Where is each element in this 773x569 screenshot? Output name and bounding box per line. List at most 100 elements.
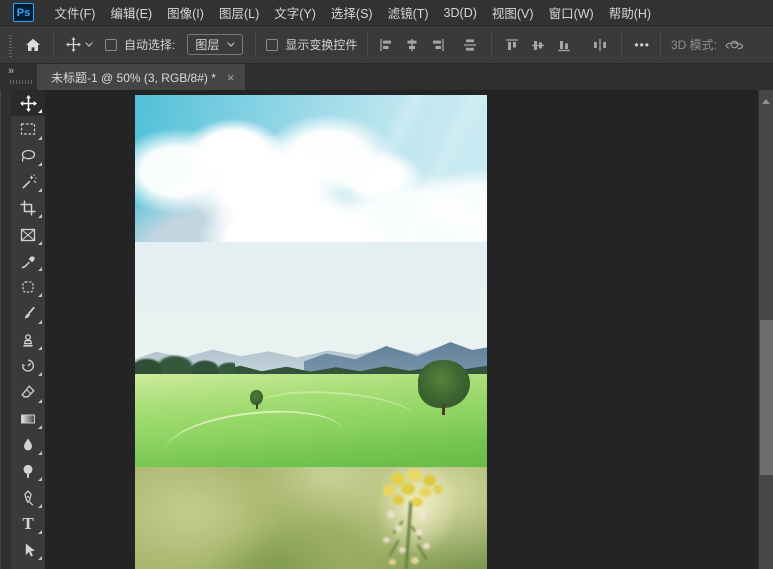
blur-tool[interactable] xyxy=(11,432,45,458)
show-transform-checkbox[interactable] xyxy=(266,38,279,51)
vertical-scrollbar[interactable] xyxy=(758,90,773,569)
menu-view[interactable]: 视图(V) xyxy=(484,0,541,25)
tool-preset-chevron[interactable] xyxy=(85,42,93,47)
auto-select-target-value: 图层 xyxy=(195,38,220,52)
separator xyxy=(53,32,54,57)
menu-bar: Ps 文件(F) 编辑(E) 图像(I) 图层(L) 文字(Y) 选择(S) 滤… xyxy=(0,0,773,26)
distribute-horizontal-centers-button[interactable] xyxy=(592,38,608,52)
menu-edit[interactable]: 编辑(E) xyxy=(103,0,160,25)
canvas-pasteboard xyxy=(45,90,758,569)
align-left-edges-icon xyxy=(380,38,392,51)
tab-close-button[interactable]: × xyxy=(227,71,235,84)
type-tool-icon: T xyxy=(22,514,34,534)
align-right-edges-button[interactable] xyxy=(430,38,446,52)
distribute-vertical-centers-button[interactable] xyxy=(462,38,478,52)
align-right-edges-icon xyxy=(433,38,445,51)
home-button[interactable] xyxy=(25,38,41,52)
eraser-tool[interactable] xyxy=(11,379,45,405)
brush-icon xyxy=(24,306,35,318)
separator xyxy=(491,32,493,57)
show-transform-label: 显示变换控件 xyxy=(285,38,358,52)
3d-orbit-button xyxy=(725,37,744,52)
brush-tool[interactable] xyxy=(11,300,45,326)
distribute-vertical-centers-icon xyxy=(464,38,477,51)
scrollbar-thumb[interactable] xyxy=(760,320,773,475)
toolstrip: T xyxy=(11,90,45,569)
dodge-tool[interactable] xyxy=(11,458,45,484)
history-brush-icon xyxy=(21,359,34,372)
menu-window[interactable]: 窗口(W) xyxy=(541,0,601,25)
clone-stamp-icon xyxy=(23,334,33,347)
separator xyxy=(659,32,661,57)
magic-wand-icon xyxy=(22,174,37,189)
rapeseed-flower xyxy=(353,467,463,569)
green-hills-photo xyxy=(135,242,487,467)
options-bar-grip[interactable] xyxy=(9,32,12,57)
align-vertical-centers-icon xyxy=(532,40,545,50)
align-top-edges-button[interactable] xyxy=(504,38,520,52)
toolbar-grip[interactable] xyxy=(10,80,32,84)
type-tool[interactable]: T xyxy=(11,511,45,537)
sun-rays xyxy=(275,95,487,242)
frame-icon xyxy=(20,228,36,241)
rectangular-marquee-tool[interactable] xyxy=(11,116,45,142)
gradient-icon xyxy=(21,414,35,424)
history-brush-tool[interactable] xyxy=(11,353,45,379)
home-icon xyxy=(26,38,40,51)
separator xyxy=(367,32,369,57)
frame-tool[interactable] xyxy=(11,221,45,247)
lasso-tool[interactable] xyxy=(11,143,45,169)
spot-healing-icon xyxy=(22,281,34,293)
rectangle-shape-tool[interactable] xyxy=(11,563,45,569)
crop-tool[interactable] xyxy=(11,195,45,221)
align-vertical-centers-button[interactable] xyxy=(530,38,546,52)
sky-clouds-photo xyxy=(135,95,487,242)
align-top-edges-icon xyxy=(506,38,519,50)
move-tool[interactable] xyxy=(11,90,45,117)
tab-bar: » 未标题-1 @ 50% (3, RGB/8#) * × xyxy=(0,64,773,90)
clone-stamp-tool[interactable] xyxy=(11,327,45,353)
move-icon xyxy=(19,94,37,112)
document-tab[interactable]: 未标题-1 @ 50% (3, RGB/8#) * × xyxy=(37,64,245,90)
eraser-icon xyxy=(21,385,35,398)
yellow-flowers-photo xyxy=(135,467,487,569)
blur-drop-icon xyxy=(24,438,32,451)
magic-wand-tool[interactable] xyxy=(11,169,45,195)
document-canvas[interactable] xyxy=(135,95,487,569)
expand-toolbar-button[interactable]: » xyxy=(8,65,14,77)
menu-3d[interactable]: 3D(D) xyxy=(436,0,484,25)
menu-help[interactable]: 帮助(H) xyxy=(601,0,658,25)
menu-layer[interactable]: 图层(L) xyxy=(211,0,266,25)
menu-filter[interactable]: 滤镜(T) xyxy=(380,0,436,25)
menu-image[interactable]: 图像(I) xyxy=(160,0,212,25)
scrollbar-up-arrow[interactable] xyxy=(762,99,770,104)
eyedropper-icon xyxy=(21,256,35,269)
selection-arrow-icon xyxy=(25,543,35,557)
gradient-tool[interactable] xyxy=(11,406,45,432)
align-left-edges-button[interactable] xyxy=(378,38,394,52)
eyedropper-tool[interactable] xyxy=(11,248,45,274)
auto-select-checkbox[interactable] xyxy=(105,38,117,51)
spot-healing-tool[interactable] xyxy=(11,274,45,300)
menu-type[interactable]: 文字(Y) xyxy=(267,0,324,25)
more-align-options-button[interactable]: ••• xyxy=(634,38,650,52)
menu-file[interactable]: 文件(F) xyxy=(47,0,103,25)
path-selection-tool[interactable] xyxy=(11,537,45,563)
3d-mode-label: 3D 模式: xyxy=(670,38,717,52)
align-bottom-edges-button[interactable] xyxy=(556,38,572,52)
pen-tool[interactable] xyxy=(11,484,45,510)
align-horizontal-centers-button[interactable] xyxy=(404,38,420,52)
rectangular-marquee-icon xyxy=(20,123,36,136)
menu-select[interactable]: 选择(S) xyxy=(323,0,380,25)
auto-select-label: 自动选择: xyxy=(124,38,176,52)
separator xyxy=(621,32,623,57)
small-tree-trunk xyxy=(256,403,258,409)
distribute-horizontal-centers-icon xyxy=(594,38,607,51)
move-tool-preset[interactable] xyxy=(66,37,81,52)
chevron-down-icon xyxy=(85,42,93,47)
chevron-down-icon xyxy=(227,42,236,47)
menu-items: 文件(F) 编辑(E) 图像(I) 图层(L) 文字(Y) 选择(S) 滤镜(T… xyxy=(47,0,659,25)
align-horizontal-centers-icon xyxy=(407,38,417,51)
move-icon xyxy=(66,37,81,52)
auto-select-target-dropdown[interactable]: 图层 xyxy=(187,34,244,55)
